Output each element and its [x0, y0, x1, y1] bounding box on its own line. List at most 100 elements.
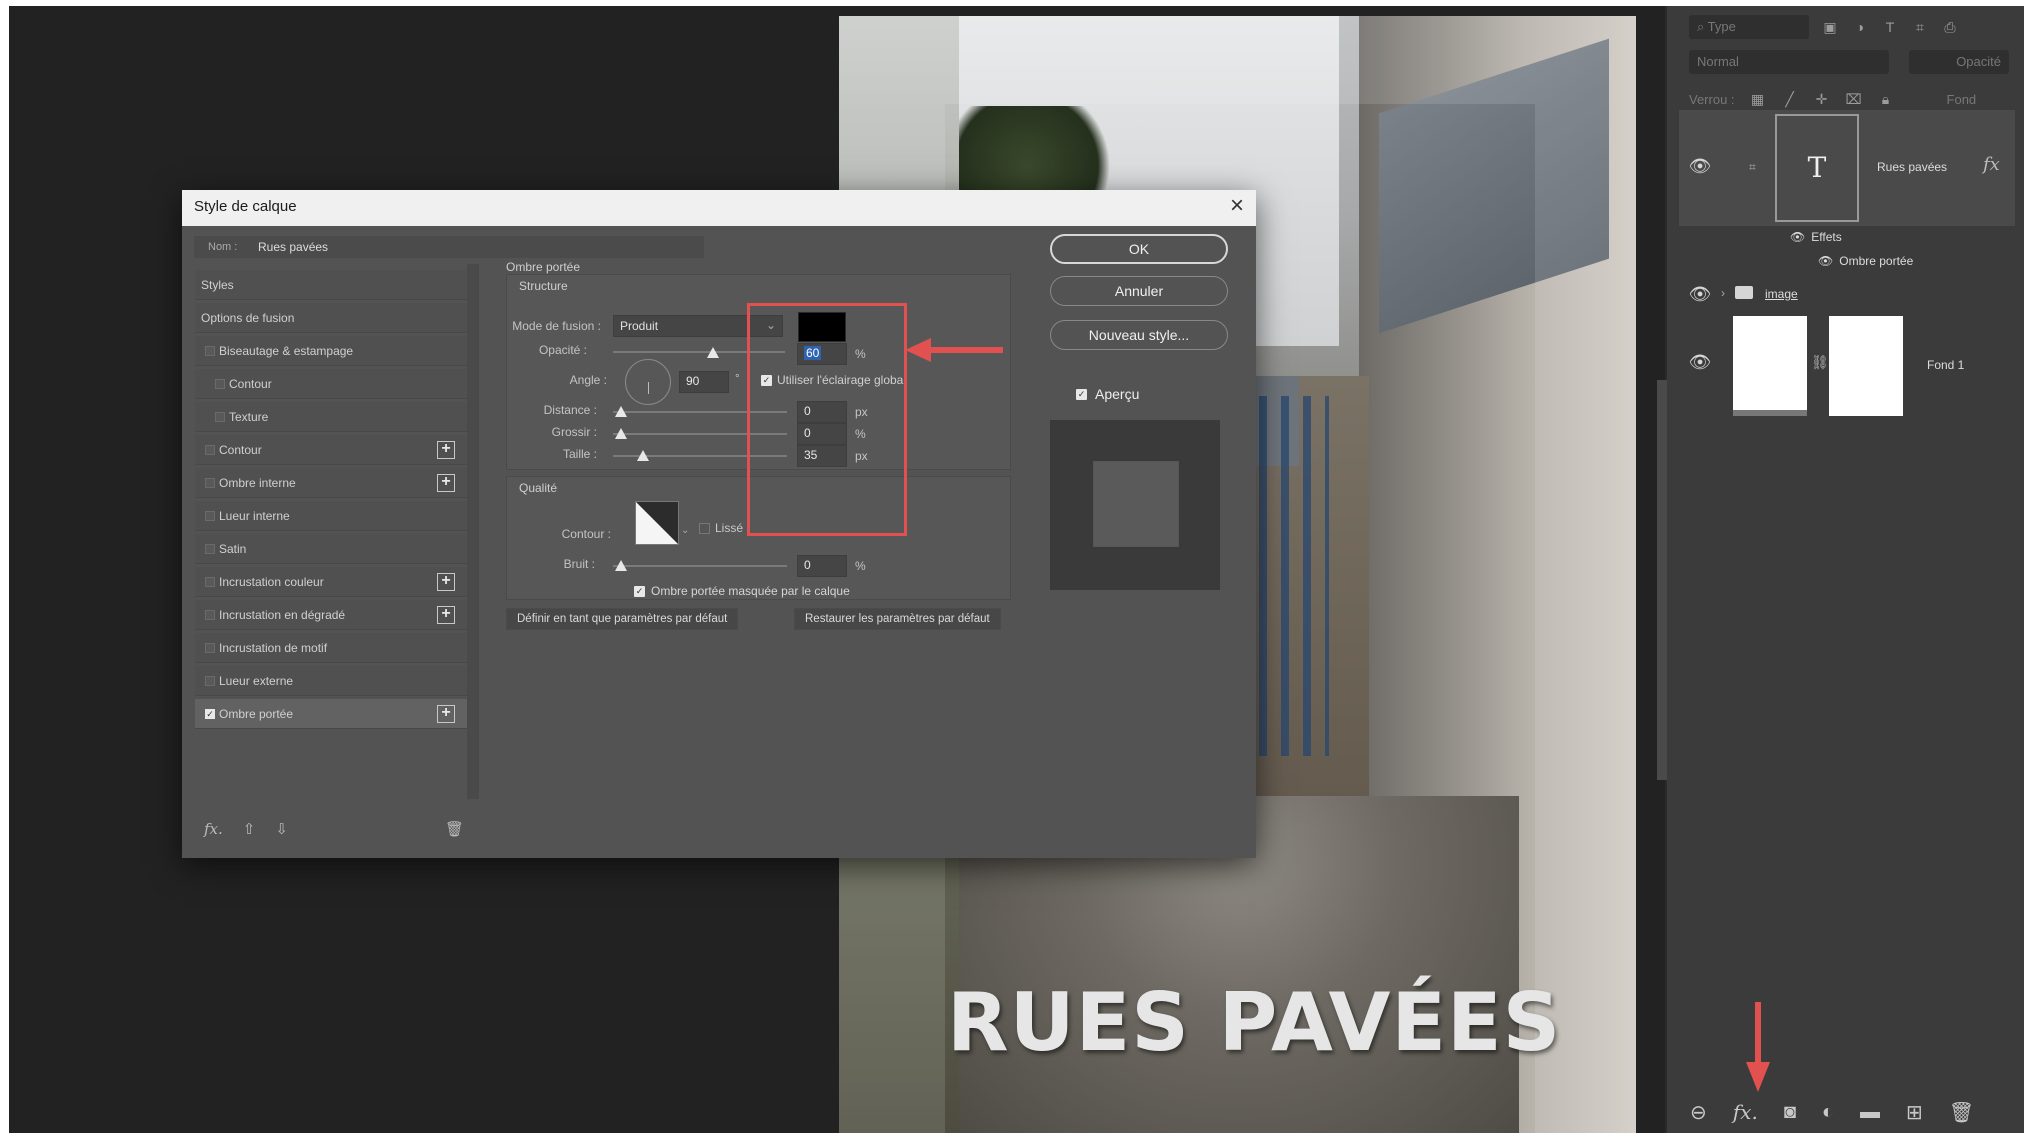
group-layer-name[interactable]: image — [1765, 287, 1798, 301]
add-effect-plus-icon[interactable]: + — [437, 474, 455, 492]
style-item-7[interactable]: Lueur interne — [195, 501, 467, 531]
link-layers-icon[interactable]: ⊖ — [1690, 1100, 1707, 1125]
style-checkbox[interactable] — [215, 412, 225, 422]
dropshadow-eye-icon[interactable]: 👁︎ — [1818, 254, 1833, 268]
size-slider-thumb[interactable] — [637, 450, 649, 461]
adjustment-layer-icon[interactable]: ◐ — [1822, 1101, 1834, 1124]
filter-type-icon[interactable]: T — [1881, 18, 1899, 36]
style-item-8[interactable]: Satin — [195, 534, 467, 564]
close-icon[interactable]: × — [1230, 192, 1244, 220]
add-effect-plus-icon[interactable]: + — [437, 705, 455, 723]
spread-slider-thumb[interactable] — [615, 428, 627, 439]
contour-preview[interactable] — [635, 501, 679, 545]
add-effect-plus-icon[interactable]: + — [437, 573, 455, 591]
move-up-arrow-icon[interactable]: ⇧ — [243, 820, 256, 838]
fx-menu-icon[interactable]: fx. — [204, 820, 223, 838]
lock-move-icon[interactable]: ✛ — [1813, 90, 1831, 108]
filter-smart-icon[interactable]: ⎙ — [1941, 18, 1959, 36]
delete-effect-trash-icon[interactable]: 🗑︎ — [445, 820, 464, 838]
style-item-1[interactable]: Options de fusion — [195, 303, 467, 333]
delete-layer-trash-icon[interactable]: 🗑︎ — [1949, 1100, 1974, 1125]
lock-brush-icon[interactable]: ╱ — [1781, 90, 1799, 108]
layer-blend-select[interactable]: Normal — [1689, 50, 1889, 74]
style-checkbox[interactable] — [205, 577, 215, 587]
group-visibility-eye-icon[interactable]: 👁︎ — [1687, 284, 1713, 304]
style-item-3[interactable]: Contour — [195, 369, 467, 399]
dialog-titlebar[interactable]: Style de calque × — [182, 190, 1256, 226]
style-checkbox[interactable] — [205, 511, 215, 521]
cancel-button[interactable]: Annuler — [1050, 276, 1228, 306]
lock-transparency-icon[interactable]: ▦ — [1749, 90, 1767, 108]
style-checkbox[interactable] — [205, 445, 215, 455]
new-layer-icon[interactable]: ⊞ — [1906, 1100, 1923, 1125]
contour-dropdown-icon[interactable]: ⌄ — [681, 525, 689, 536]
fond-mask-thumbnail[interactable] — [1829, 316, 1903, 416]
style-item-4[interactable]: Texture — [195, 402, 467, 432]
lock-artboard-icon[interactable]: ⌧ — [1845, 90, 1863, 108]
add-effect-plus-icon[interactable]: + — [437, 441, 455, 459]
chevron-right-icon[interactable]: › — [1721, 286, 1725, 300]
distance-slider-thumb[interactable] — [615, 406, 627, 417]
style-item-5[interactable]: Contour + — [195, 435, 467, 465]
filter-pixel-icon[interactable]: ▣ — [1821, 18, 1839, 36]
style-item-11[interactable]: Incrustation de motif — [195, 633, 467, 663]
move-down-arrow-icon[interactable]: ⇩ — [275, 820, 288, 838]
style-item-13[interactable]: ✓ Ombre portée + — [195, 699, 467, 729]
layer-name-field[interactable] — [258, 237, 518, 257]
filter-adjust-icon[interactable]: ◑ — [1851, 18, 1869, 36]
new-style-button[interactable]: Nouveau style... — [1050, 320, 1228, 350]
make-default-button[interactable]: Définir en tant que paramètres par défau… — [506, 608, 739, 630]
layer-row-fond[interactable]: 👁︎ ⛓︎ Fond 1 — [1679, 312, 2015, 418]
ok-button[interactable]: OK — [1050, 234, 1228, 264]
layers-bottom-toolbar: ⊖ fx. ◙ ◐ ▬ ⊞ 🗑︎ — [1690, 1098, 2020, 1126]
style-checkbox[interactable] — [205, 544, 215, 554]
knockout-checkbox[interactable]: ✓ Ombre portée masquée par le calque — [634, 584, 850, 598]
style-checkbox[interactable] — [205, 478, 215, 488]
style-checkbox[interactable] — [205, 676, 215, 686]
layer-row-group[interactable]: 👁︎ › image — [1679, 282, 2015, 308]
style-item-10[interactable]: Incrustation en dégradé + — [195, 600, 467, 630]
smooth-checkbox[interactable]: Lissé — [699, 521, 743, 535]
add-mask-icon[interactable]: ◙ — [1784, 1101, 1796, 1124]
lock-all-icon[interactable]: 🔒︎ — [1877, 90, 1895, 108]
style-checkbox[interactable] — [205, 346, 215, 356]
noise-slider-thumb[interactable] — [615, 560, 627, 571]
style-item-12[interactable]: Lueur externe — [195, 666, 467, 696]
style-checkbox[interactable] — [215, 379, 225, 389]
add-layer-style-fx-icon[interactable]: fx. — [1733, 1100, 1758, 1124]
preview-checkbox[interactable]: ✓ Aperçu — [1076, 386, 1139, 402]
layer-search-field[interactable]: ⌕ Type — [1689, 15, 1809, 39]
style-item-9[interactable]: Incrustation couleur + — [195, 567, 467, 597]
fond-layer-thumbnail — [1733, 316, 1807, 416]
mask-link-icon[interactable]: ⛓︎ — [1811, 354, 1829, 371]
layer-dropshadow-row[interactable]: 👁︎ Ombre portée — [1818, 254, 1913, 268]
folder-icon — [1735, 286, 1753, 299]
noise-slider[interactable] — [613, 565, 787, 567]
reset-default-button[interactable]: Restaurer les paramètres par défaut — [794, 608, 1001, 630]
text-layer-name[interactable]: Rues pavées — [1877, 160, 1947, 174]
noise-field[interactable]: 0 — [797, 555, 847, 577]
visibility-eye-icon[interactable]: 👁︎ — [1687, 156, 1713, 176]
fond-layer-name[interactable]: Fond 1 — [1927, 358, 1964, 372]
style-item-label: Options de fusion — [201, 311, 295, 325]
opacity-slider-thumb[interactable] — [707, 347, 719, 358]
fond-visibility-eye-icon[interactable]: 👁︎ — [1687, 352, 1713, 372]
fx-badge-icon[interactable]: fx — [1983, 154, 2000, 175]
layer-opacity-field[interactable]: Opacité — [1909, 50, 2009, 74]
angle-dial[interactable] — [625, 359, 671, 405]
angle-field[interactable]: 90 — [679, 371, 729, 393]
layer-effects-row[interactable]: 👁︎ Effets — [1790, 230, 1842, 244]
style-item-6[interactable]: Ombre interne + — [195, 468, 467, 498]
add-effect-plus-icon[interactable]: + — [437, 606, 455, 624]
style-checkbox[interactable] — [205, 610, 215, 620]
filter-shape-icon[interactable]: ⌗ — [1911, 18, 1929, 36]
layer-row-text[interactable]: 👁︎ ⌗ T Rues pavées fx — [1679, 110, 2015, 226]
style-item-0[interactable]: Styles — [195, 270, 467, 300]
style-checkbox[interactable]: ✓ — [205, 709, 215, 719]
new-group-folder-icon[interactable]: ▬ — [1860, 1101, 1880, 1124]
style-checkbox[interactable] — [205, 643, 215, 653]
style-item-2[interactable]: Biseautage & estampage — [195, 336, 467, 366]
effects-eye-icon[interactable]: 👁︎ — [1790, 230, 1805, 244]
layers-scrollbar[interactable] — [1657, 380, 1667, 780]
canvas-title-text[interactable]: RUES PAVÉES — [947, 976, 1560, 1069]
